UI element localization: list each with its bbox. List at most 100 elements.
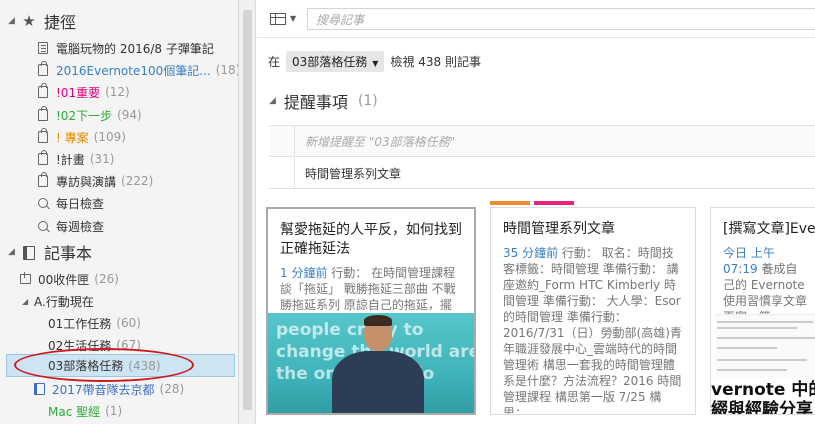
- collapse-arrow-icon[interactable]: ◢: [8, 16, 18, 26]
- card-view-icon: [270, 12, 286, 25]
- notebook-label: 01工作任務: [48, 316, 112, 331]
- note-card-title: 時間管理系列文章: [503, 221, 615, 237]
- note-card-time: 1 分鐘前: [280, 266, 328, 280]
- shortcut-count: (18): [215, 63, 239, 77]
- notebook-stack-label: A.行動現在: [34, 294, 94, 309]
- reminders-title: 提醒事項: [283, 93, 348, 112]
- shortcut-item[interactable]: 電腦玩物的 2016/8 子彈筆記: [0, 37, 238, 59]
- notebook-item-work-tasks[interactable]: 01工作任務 (60): [0, 312, 238, 334]
- shortcut-label: 2016Evernote100個筆記...: [56, 63, 211, 78]
- notebook-label: 00收件匣: [38, 272, 90, 287]
- note-card-title: [撰寫文章]Evernote: [723, 221, 815, 237]
- drag-handle[interactable]: [269, 126, 295, 156]
- shortcut-count: (12): [105, 85, 130, 99]
- shortcut-label: !01重要: [56, 85, 101, 100]
- notebook-count: (60): [116, 316, 141, 330]
- note-card-title: 幫愛拖延的人平反，如何找到正確拖延法: [280, 222, 462, 257]
- note-icon: [36, 41, 50, 55]
- scope-prefix: 在: [268, 54, 281, 69]
- notebook-label: Mac 聖經: [48, 404, 101, 419]
- shortcut-count: (94): [117, 108, 142, 122]
- shortcut-label: 每日檢查: [56, 196, 105, 211]
- shortcut-count: (222): [121, 174, 154, 188]
- shortcut-label: 專訪與演講: [56, 174, 117, 189]
- person-figure: [332, 351, 424, 413]
- note-list-toolbar: ▼ 搜尋記事: [257, 0, 815, 38]
- note-list-panel: ▼ 搜尋記事 在 03部落格任務 ▼ 檢視 438 則記事 ◢ 提醒事項 (1) …: [257, 0, 815, 424]
- stack-expand-arrow-icon[interactable]: ◢: [22, 297, 34, 306]
- shortcut-count: (31): [89, 152, 115, 166]
- note-card[interactable]: 幫愛拖延的人平反，如何找到正確拖延法 1 分鐘前 行動： 在時間管理課程談「拖延…: [266, 207, 476, 415]
- shortcut-label: 電腦玩物的 2016/8 子彈筆記: [56, 41, 214, 56]
- tag-icon: [36, 83, 50, 99]
- note-card-snippet: 35 分鐘前 行動： 取名：時間技客標籤：時間管理 準備行動： 講座邀約_For…: [503, 245, 683, 415]
- notebook-selector-label: 03部落格任務: [292, 54, 368, 69]
- shortcut-label: !計畫: [56, 152, 85, 167]
- notebook-item-inbox[interactable]: 00收件匣 (26): [0, 268, 238, 290]
- shortcut-item[interactable]: ! 專案 (109): [0, 126, 238, 148]
- shortcut-item[interactable]: !02下一步 (94): [0, 104, 238, 126]
- search-icon: [36, 219, 50, 233]
- tag-icon: [36, 61, 50, 77]
- drag-handle[interactable]: [269, 158, 295, 189]
- notebook-count: (28): [159, 382, 185, 396]
- reminder-item[interactable]: 時間管理系列文章: [269, 158, 815, 189]
- note-card[interactable]: [撰寫文章]Evernote 今日 上午 07:19 養成自己的 Evernot…: [710, 207, 815, 415]
- note-card[interactable]: 時間管理系列文章 35 分鐘前 行動： 取名：時間技客標籤：時間管理 準備行動：…: [490, 207, 696, 415]
- reminders-count: (1): [357, 93, 378, 109]
- tag-color-bar: [490, 201, 530, 205]
- shortcut-label: 每週檢查: [56, 219, 105, 234]
- collapse-arrow-icon[interactable]: ◢: [8, 247, 18, 257]
- reminder-title: 時間管理系列文章: [305, 167, 402, 181]
- shortcuts-header[interactable]: ◢ ★ 捷徑: [0, 8, 76, 34]
- scrollbar-thumb[interactable]: [243, 10, 252, 410]
- notebook-count: (26): [94, 272, 119, 286]
- view-options-button[interactable]: ▼: [266, 8, 300, 30]
- add-reminder-input[interactable]: 新增提醒至 "03部落格任務": [295, 133, 455, 150]
- notebook-icon: [32, 382, 46, 396]
- star-icon: ★: [22, 12, 36, 30]
- note-card-thumbnail: people crazy to change the world are the…: [268, 313, 474, 413]
- reminders-header[interactable]: ◢ 提醒事項 (1): [269, 90, 378, 112]
- annotation-circle: [14, 348, 194, 382]
- shortcut-item[interactable]: 專訪與演講 (222): [0, 170, 238, 192]
- search-input[interactable]: 搜尋記事: [307, 8, 815, 30]
- tag-icon: [36, 172, 50, 188]
- notebook-count: (1): [105, 404, 123, 418]
- add-reminder-row[interactable]: 新增提醒至 "03部落格任務": [269, 126, 815, 157]
- tag-icon: [36, 128, 50, 144]
- note-card-thumbnail: [715, 314, 815, 378]
- note-count-text: 檢視 438 則記事: [390, 54, 481, 69]
- reminders-list: 新增提醒至 "03部落格任務" 時間管理系列文章: [269, 125, 815, 189]
- scope-bar: 在 03部落格任務 ▼ 檢視 438 則記事: [268, 50, 481, 72]
- notebook-icon: [20, 243, 38, 261]
- thumbnail-caption: vernote 中的 綴與經驗分享: [711, 380, 815, 415]
- notebook-label: 2017帶音隊去京都: [52, 382, 155, 397]
- shortcut-item[interactable]: 每週檢查: [0, 215, 238, 237]
- shortcut-label: !02下一步: [56, 108, 113, 123]
- notebook-item-mac-bible[interactable]: Mac 聖經 (1): [0, 400, 238, 422]
- notebook-selector[interactable]: 03部落格任務 ▼: [286, 50, 385, 72]
- notebooks-title: 記事本: [44, 244, 93, 263]
- inbox-icon: [18, 272, 32, 286]
- shortcuts-title: 捷徑: [44, 13, 77, 32]
- chevron-down-icon: ▼: [372, 58, 379, 68]
- tag-icon: [36, 106, 50, 122]
- notebook-stack-action-now[interactable]: ◢ A.行動現在: [0, 290, 238, 312]
- shortcut-item[interactable]: !01重要 (12): [0, 81, 238, 103]
- collapse-arrow-icon[interactable]: ◢: [269, 96, 276, 106]
- shortcut-item[interactable]: 2016Evernote100個筆記... (18): [0, 59, 239, 81]
- person-figure: [364, 315, 392, 326]
- shortcut-item[interactable]: 每日檢查: [0, 192, 238, 214]
- chevron-down-icon: ▼: [290, 14, 297, 23]
- note-card-snippet: 1 分鐘前 行動： 在時間管理課程談「拖延」 戰勝拖延三部曲 不戰勝拖延系列 原…: [280, 265, 462, 313]
- shortcut-count: (109): [93, 130, 126, 144]
- sidebar-scrollbar[interactable]: [239, 0, 256, 424]
- tag-icon: [36, 150, 50, 166]
- sidebar: ◢ ★ 捷徑 電腦玩物的 2016/8 子彈筆記 2016Evernote100個…: [0, 0, 239, 424]
- shortcut-item[interactable]: !計畫 (31): [0, 148, 238, 170]
- notebooks-header[interactable]: ◢ 記事本: [0, 239, 92, 265]
- note-card-snippet-text: 行動： 取名：時間技客標籤：時間管理 準備行動： 講座邀約_Form HTC K…: [503, 246, 682, 415]
- search-icon: [36, 196, 50, 210]
- tag-color-bar: [534, 201, 574, 205]
